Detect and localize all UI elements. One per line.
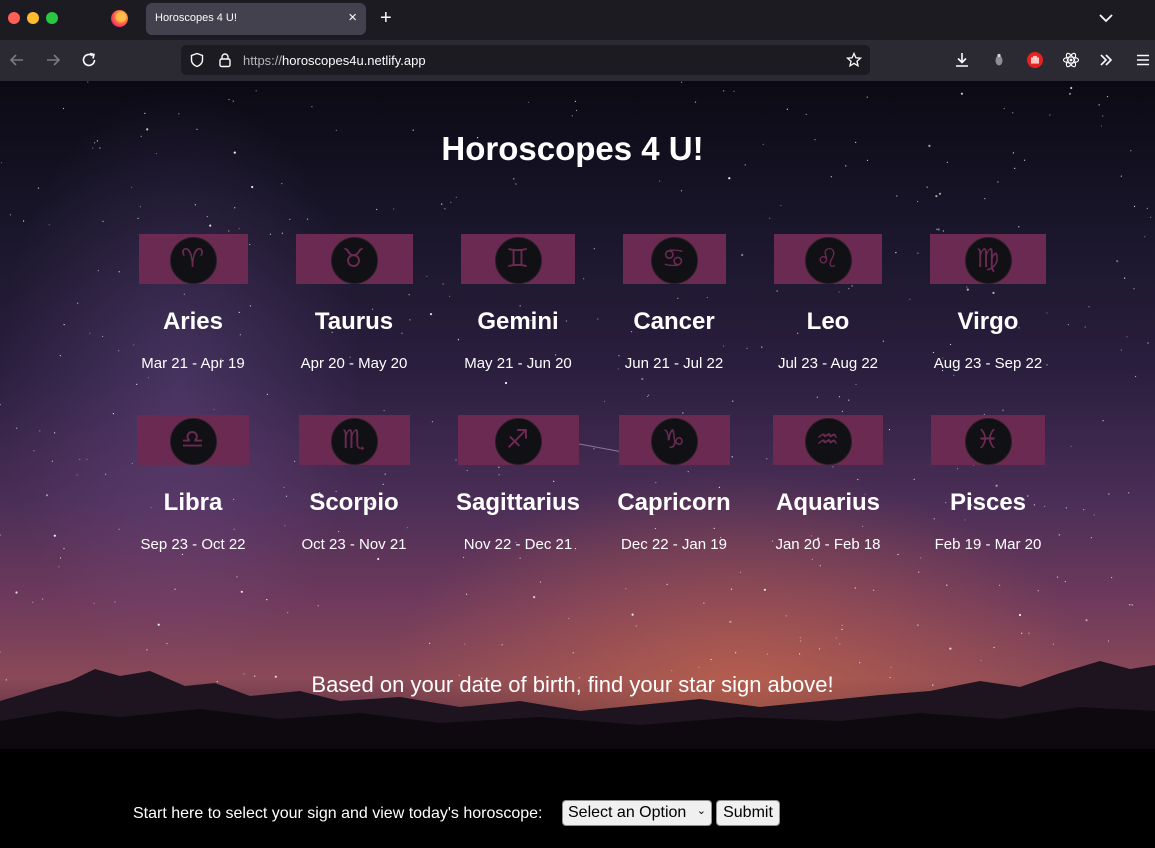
- window-zoom-button[interactable]: [46, 12, 58, 24]
- back-arrow-icon[interactable]: [8, 51, 26, 69]
- pisces-icon: ♓: [975, 425, 1000, 455]
- window-close-button[interactable]: [8, 12, 20, 24]
- aries-icon: ♈: [180, 244, 205, 274]
- tab-horoscopes[interactable]: Horoscopes 4 U! ×: [146, 3, 366, 35]
- sign-card-capricorn[interactable]: ♑ Capricorn Dec 22 - Jan 19: [599, 415, 749, 565]
- sign-name: Virgo: [957, 308, 1019, 335]
- hamburger-menu-icon[interactable]: [1134, 51, 1152, 69]
- aquarius-icon: ♒: [815, 425, 840, 455]
- page-content: Horoscopes 4 U! ♈ Aries Mar 21 - Apr 19 ♉ Ta…: [0, 81, 1155, 848]
- tagline: Based on your date of birth, find your s…: [311, 672, 834, 697]
- sign-name: Aquarius: [775, 489, 880, 516]
- virgo-icon: ♍: [975, 244, 1000, 274]
- sign-dates: Dec 22 - Jan 19: [621, 536, 727, 553]
- sign-dates: Jul 23 - Aug 22: [777, 355, 879, 372]
- url-scheme: https://: [243, 53, 283, 68]
- reload-icon[interactable]: [80, 51, 98, 69]
- cancer-icon: ♋: [661, 244, 686, 274]
- tab-title: Horoscopes 4 U!: [155, 12, 237, 24]
- new-tab-button[interactable]: +: [380, 7, 392, 29]
- sign-dates: Aug 23 - Sep 22: [933, 355, 1043, 372]
- sign-dates: Sep 23 - Oct 22: [140, 536, 246, 553]
- select-value: Select an Option: [568, 804, 687, 821]
- sign-dates: Mar 21 - Apr 19: [141, 355, 245, 372]
- tab-close-icon[interactable]: ×: [348, 9, 357, 27]
- url-text[interactable]: https://horoscopes4u.netlify.app: [243, 53, 426, 68]
- libra-icon: ♎: [180, 425, 205, 455]
- select-label: Start here to select your sign and view …: [133, 805, 543, 822]
- scorpio-icon: ♏: [341, 425, 366, 455]
- sign-card-sagittarius[interactable]: ♐ Sagittarius Nov 22 - Dec 21: [443, 415, 593, 565]
- adblock-icon[interactable]: [1026, 51, 1044, 69]
- sign-dates: Nov 22 - Dec 21: [463, 536, 573, 553]
- lock-icon[interactable]: [217, 52, 233, 68]
- sign-card-cancer[interactable]: ♋ Cancer Jun 21 - Jul 22: [599, 234, 749, 384]
- sign-name: Gemini: [477, 308, 559, 335]
- sign-dates: Oct 23 - Nov 21: [301, 536, 407, 553]
- sign-dates: Jan 20 - Feb 18: [775, 536, 881, 553]
- sign-name: Scorpio: [309, 489, 399, 516]
- sign-card-libra[interactable]: ♎ Libra Sep 23 - Oct 22: [118, 415, 268, 565]
- sign-card-aquarius[interactable]: ♒ Aquarius Jan 20 - Feb 18: [753, 415, 903, 565]
- sign-card-gemini[interactable]: ♊ Gemini May 21 - Jun 20: [443, 234, 593, 384]
- download-icon[interactable]: [953, 51, 971, 69]
- url-host: horoscopes4u.netlify.app: [282, 53, 426, 68]
- browser-tab-strip: Horoscopes 4 U! × +: [0, 0, 1155, 40]
- sign-dates: Apr 20 - May 20: [300, 355, 408, 372]
- page-title: Horoscopes 4 U!: [441, 130, 704, 167]
- sign-name: Cancer: [633, 308, 715, 335]
- sign-card-leo[interactable]: ♌ Leo Jul 23 - Aug 22: [753, 234, 903, 384]
- overflow-chevrons-icon[interactable]: [1097, 51, 1115, 69]
- sign-dates: Feb 19 - Mar 20: [934, 536, 1042, 553]
- sign-name: Leo: [806, 308, 850, 335]
- browser-toolbar: https://horoscopes4u.netlify.app: [0, 40, 1155, 81]
- sagittarius-icon: ♐: [505, 425, 530, 455]
- sign-dates: Jun 21 - Jul 22: [624, 355, 724, 372]
- capricorn-icon: ♑: [661, 425, 686, 455]
- sign-name: Pisces: [949, 489, 1027, 516]
- firefox-icon[interactable]: [111, 10, 128, 27]
- page-footer-area: [0, 749, 1155, 848]
- submit-button[interactable]: Submit: [716, 800, 780, 826]
- bookmark-star-icon[interactable]: [846, 52, 862, 68]
- forward-arrow-icon[interactable]: [44, 51, 62, 69]
- window-minimize-button[interactable]: [27, 12, 39, 24]
- react-devtools-icon[interactable]: [1062, 51, 1080, 69]
- leo-icon: ♌: [815, 244, 840, 274]
- shield-icon[interactable]: [189, 52, 205, 68]
- sign-card-virgo[interactable]: ♍ Virgo Aug 23 - Sep 22: [913, 234, 1063, 384]
- sign-card-scorpio[interactable]: ♏ Scorpio Oct 23 - Nov 21: [279, 415, 429, 565]
- sign-name: Libra: [163, 489, 223, 516]
- sign-card-taurus[interactable]: ♉ Taurus Apr 20 - May 20: [279, 234, 429, 384]
- sign-name: Taurus: [314, 308, 394, 335]
- gemini-icon: ♊: [505, 244, 530, 274]
- sign-select-dropdown[interactable]: Select an Option ⌄: [562, 800, 712, 826]
- extension-icon[interactable]: [990, 51, 1008, 69]
- taurus-icon: ♉: [341, 244, 366, 274]
- url-bar[interactable]: https://horoscopes4u.netlify.app: [181, 45, 870, 75]
- sign-card-aries[interactable]: ♈ Aries Mar 21 - Apr 19: [118, 234, 268, 384]
- chevron-down-icon: ⌄: [696, 805, 706, 817]
- sign-name: Aries: [162, 308, 224, 335]
- sign-name: Sagittarius: [455, 489, 581, 516]
- sign-card-pisces[interactable]: ♓ Pisces Feb 19 - Mar 20: [913, 415, 1063, 565]
- chevron-down-icon[interactable]: [1096, 8, 1116, 28]
- sign-name: Capricorn: [617, 489, 731, 516]
- sign-dates: May 21 - Jun 20: [464, 355, 572, 372]
